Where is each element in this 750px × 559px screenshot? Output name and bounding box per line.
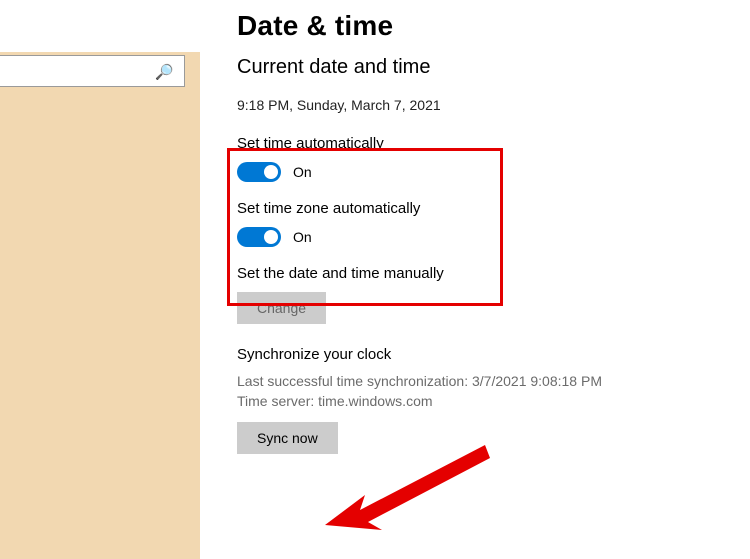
sidebar-top-mask [0, 0, 200, 52]
sync-heading: Synchronize your clock [237, 346, 727, 363]
manual-set-label: Set the date and time manually [237, 265, 727, 282]
search-icon: 🔍 [155, 63, 174, 81]
change-button[interactable]: Change [237, 292, 326, 324]
set-time-auto-toggle[interactable] [237, 162, 281, 182]
section-heading: Current date and time [237, 56, 727, 79]
sync-last-line: Last successful time synchronization: 3/… [237, 371, 727, 391]
set-tz-auto-label: Set time zone automatically [237, 200, 727, 217]
current-datetime: 9:18 PM, Sunday, March 7, 2021 [237, 97, 727, 113]
set-tz-auto-state: On [293, 229, 312, 245]
page-title: Date & time [237, 10, 727, 42]
search-box[interactable]: 🔍 [0, 55, 185, 87]
set-time-auto-label: Set time automatically [237, 135, 727, 152]
set-tz-auto-toggle[interactable] [237, 227, 281, 247]
set-time-auto-state: On [293, 164, 312, 180]
sync-server-line: Time server: time.windows.com [237, 391, 727, 411]
search-input[interactable] [0, 56, 162, 86]
sync-now-button[interactable]: Sync now [237, 422, 338, 454]
